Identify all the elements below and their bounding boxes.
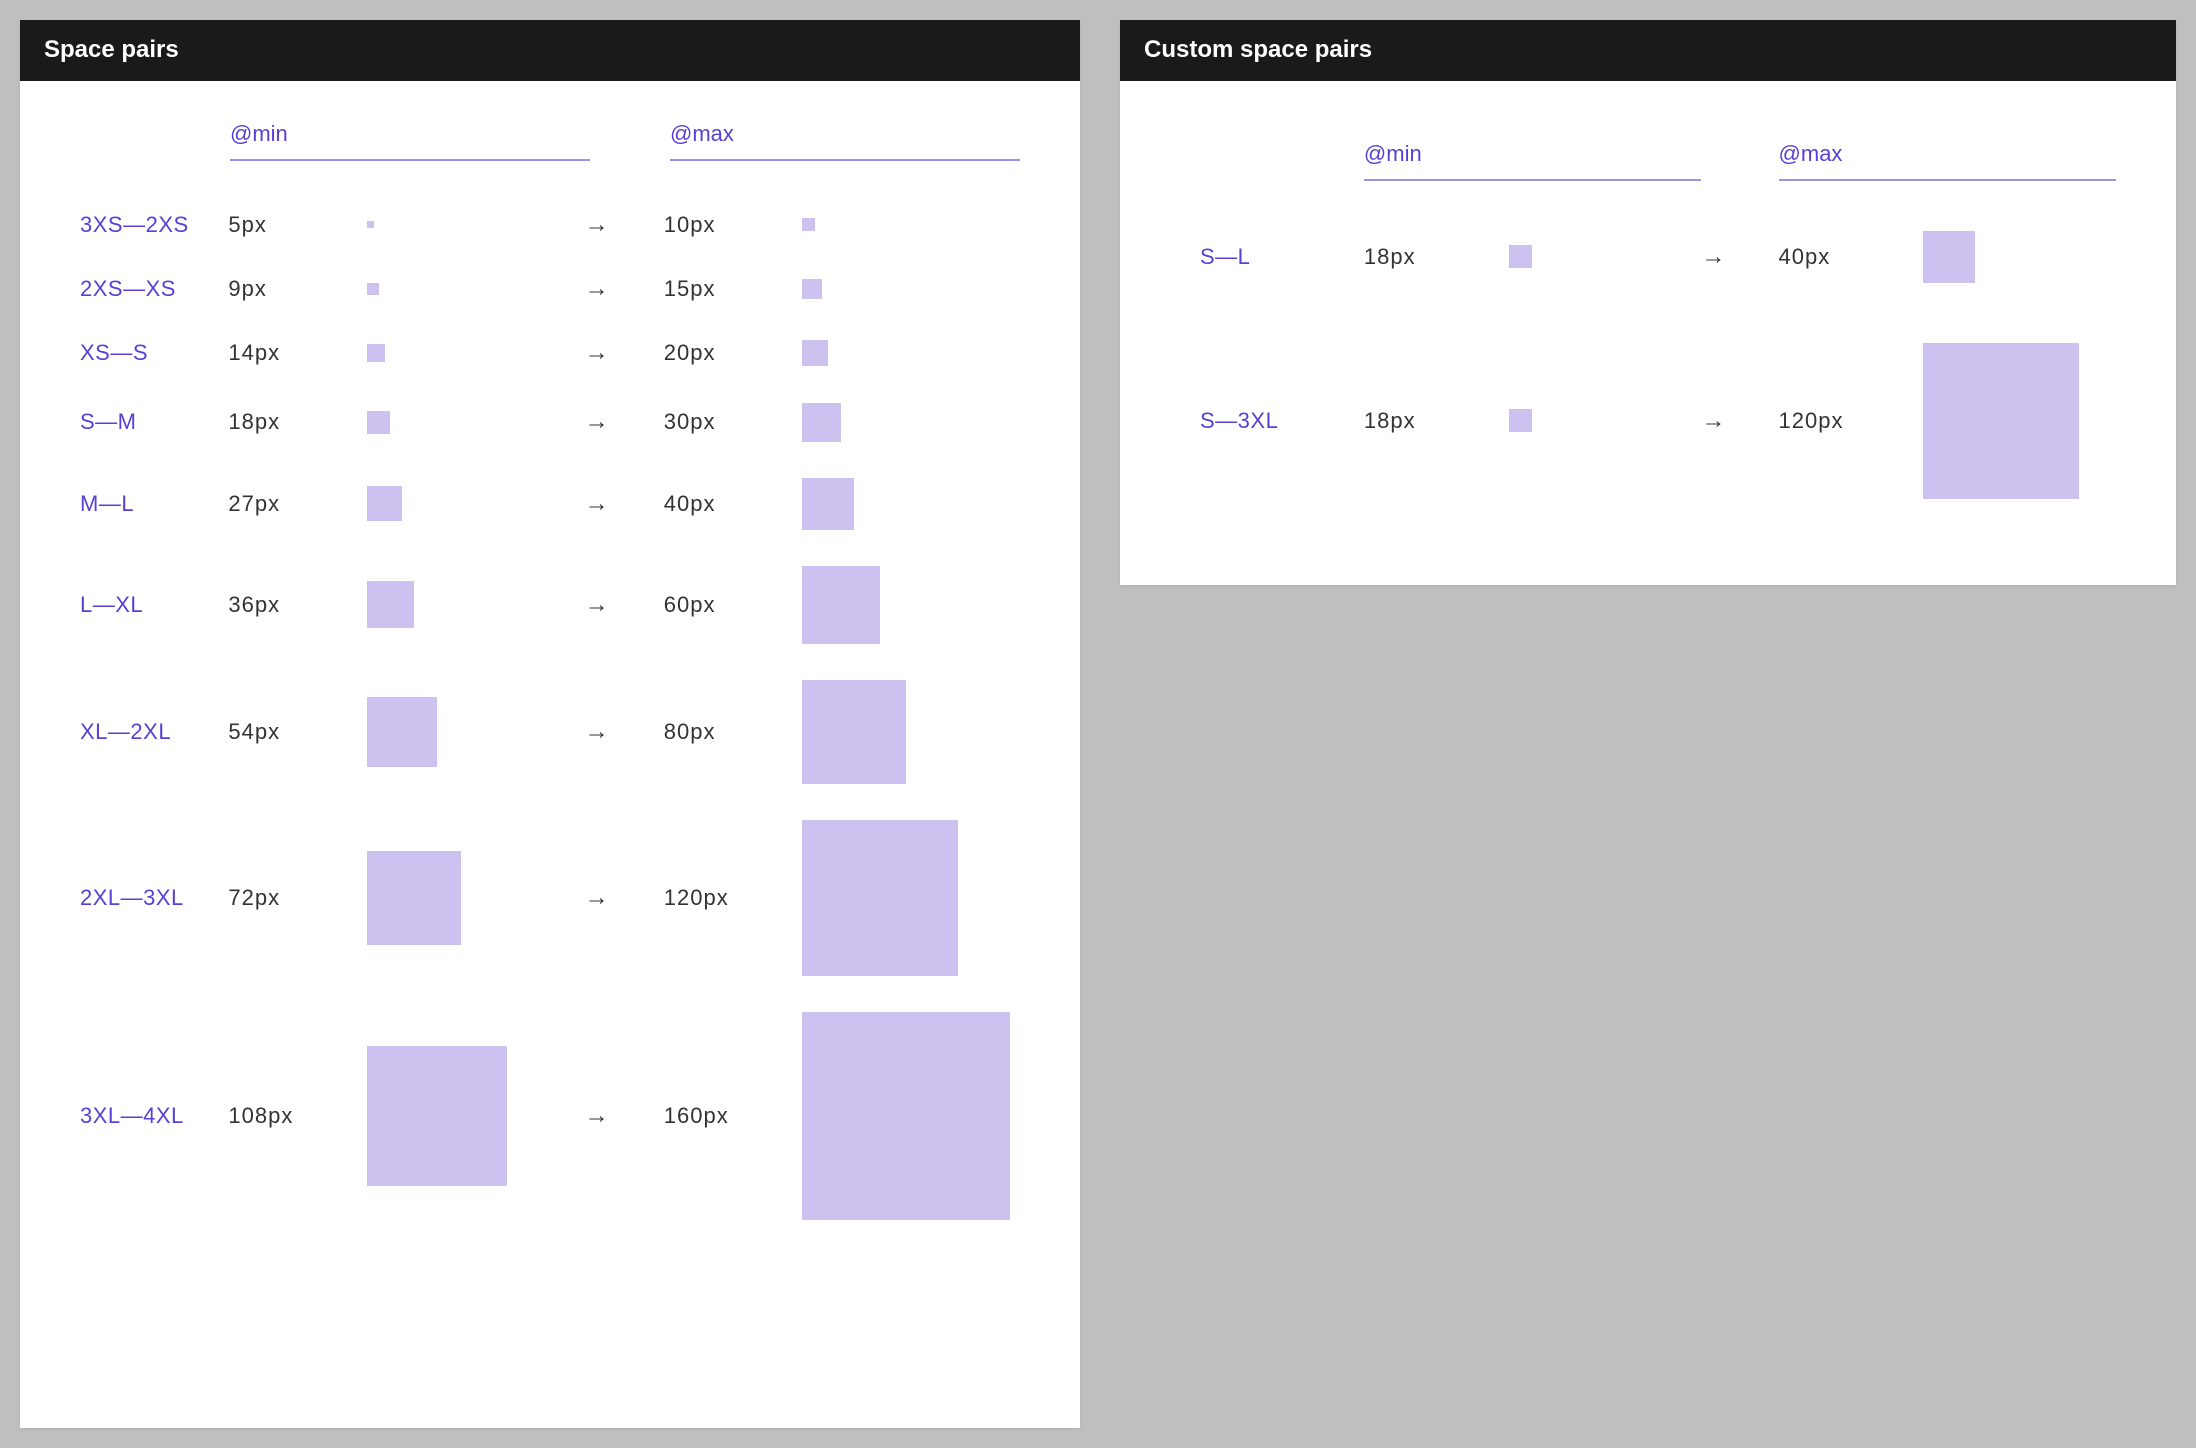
panel-title: Space pairs (20, 20, 1080, 81)
max-value: 120px (664, 885, 803, 911)
min-value: 27px (228, 491, 367, 517)
min-swatch (367, 1046, 507, 1186)
arrow-icon: → (585, 490, 664, 518)
max-swatch (1923, 343, 2079, 499)
arrow-icon: → (585, 884, 664, 912)
max-value: 40px (1779, 244, 1924, 270)
min-value: 14px (228, 340, 367, 366)
pair-label-link[interactable]: M—L (80, 491, 134, 516)
table-header-row: @min @max (80, 121, 1020, 161)
arrow-icon: → (585, 211, 664, 239)
min-value: 36px (228, 592, 367, 618)
arrow-icon: → (585, 339, 664, 367)
table-row: S—3XL 18px → 120px (1200, 343, 2116, 499)
table-row: XS—S 14px → 20px (80, 339, 1020, 367)
min-swatch (367, 486, 402, 521)
min-swatch (1509, 409, 1532, 432)
min-value: 9px (228, 276, 367, 302)
pair-label-link[interactable]: L—XL (80, 592, 143, 617)
min-swatch (367, 411, 390, 434)
min-value: 18px (228, 409, 367, 435)
arrow-icon: → (1701, 243, 1778, 271)
max-swatch (802, 566, 880, 644)
table-row: 2XL—3XL 72px → 120px (80, 820, 1020, 976)
col-header-min: @min (230, 121, 590, 161)
min-value: 54px (228, 719, 367, 745)
arrow-icon: → (585, 1102, 664, 1130)
custom-space-pairs-table: @min @max S—L 18px → 40px S—3XL 18px → 1… (1120, 81, 2176, 589)
min-value: 108px (228, 1103, 367, 1129)
min-value: 5px (228, 212, 367, 238)
min-swatch (367, 581, 414, 628)
max-swatch (802, 279, 822, 299)
pair-label-link[interactable]: S—3XL (1200, 408, 1278, 433)
max-value: 10px (664, 212, 803, 238)
max-swatch (802, 218, 815, 231)
col-header-max: @max (670, 121, 1020, 161)
pair-label-link[interactable]: 3XS—2XS (80, 212, 189, 237)
max-swatch (802, 478, 854, 530)
max-value: 30px (664, 409, 803, 435)
arrow-icon: → (1701, 407, 1778, 435)
pair-label-link[interactable]: 2XS—XS (80, 276, 176, 301)
min-swatch (367, 851, 461, 945)
table-header-row: @min @max (1200, 141, 2116, 181)
space-pairs-table: @min @max 3XS—2XS 5px → 10px 2XS—XS 9px … (20, 81, 1080, 1286)
min-swatch (1509, 245, 1532, 268)
pair-label-link[interactable]: XL—2XL (80, 719, 171, 744)
max-value: 40px (664, 491, 803, 517)
pair-label-link[interactable]: 2XL—3XL (80, 885, 184, 910)
max-swatch (802, 1012, 1010, 1220)
min-swatch (367, 283, 379, 295)
max-swatch (802, 340, 828, 366)
min-swatch (367, 221, 374, 228)
max-value: 80px (664, 719, 803, 745)
max-value: 20px (664, 340, 803, 366)
table-row: 3XL—4XL 108px → 160px (80, 1012, 1020, 1220)
max-value: 120px (1779, 408, 1924, 434)
custom-space-pairs-panel: Custom space pairs @min @max S—L 18px → … (1120, 20, 2176, 585)
arrow-icon: → (585, 718, 664, 746)
table-row: XL—2XL 54px → 80px (80, 680, 1020, 784)
min-value: 72px (228, 885, 367, 911)
panel-title: Custom space pairs (1120, 20, 2176, 81)
max-swatch (802, 820, 958, 976)
max-swatch (1923, 231, 1975, 283)
arrow-icon: → (585, 591, 664, 619)
max-value: 160px (664, 1103, 803, 1129)
max-swatch (802, 680, 906, 784)
table-row: S—M 18px → 30px (80, 403, 1020, 442)
pair-label-link[interactable]: S—M (80, 409, 137, 434)
col-header-min: @min (1364, 141, 1701, 181)
max-value: 15px (664, 276, 803, 302)
table-row: S—L 18px → 40px (1200, 231, 2116, 283)
min-value: 18px (1364, 408, 1509, 434)
pair-label-link[interactable]: 3XL—4XL (80, 1103, 184, 1128)
max-value: 60px (664, 592, 803, 618)
pair-label-link[interactable]: XS—S (80, 340, 148, 365)
pair-label-link[interactable]: S—L (1200, 244, 1250, 269)
col-header-max: @max (1779, 141, 2116, 181)
table-row: M—L 27px → 40px (80, 478, 1020, 530)
min-swatch (367, 344, 385, 362)
arrow-icon: → (585, 408, 664, 436)
table-row: 2XS—XS 9px → 15px (80, 275, 1020, 303)
table-row: L—XL 36px → 60px (80, 566, 1020, 644)
arrow-icon: → (585, 275, 664, 303)
min-swatch (367, 697, 437, 767)
max-swatch (802, 403, 841, 442)
table-row: 3XS—2XS 5px → 10px (80, 211, 1020, 239)
min-value: 18px (1364, 244, 1509, 270)
space-pairs-panel: Space pairs @min @max 3XS—2XS 5px → 10px… (20, 20, 1080, 1428)
